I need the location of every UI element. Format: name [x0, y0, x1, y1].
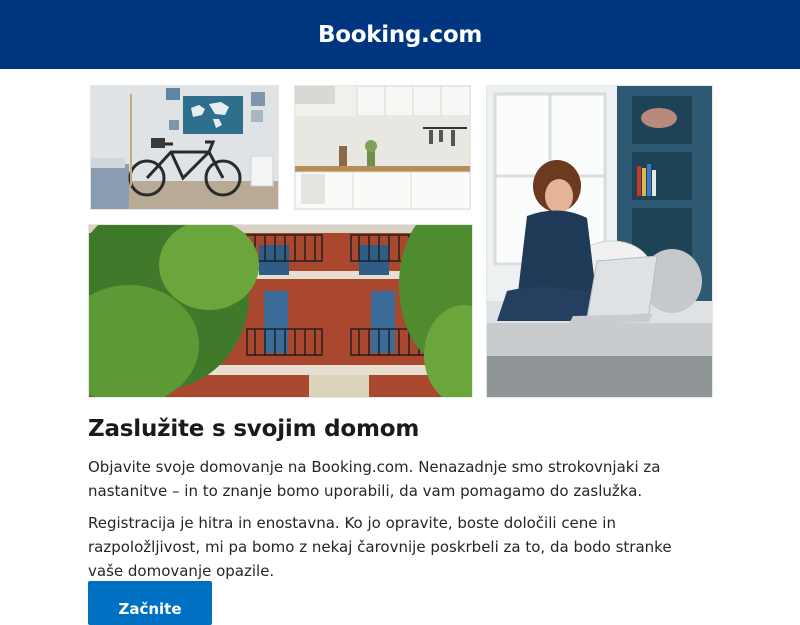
- bedroom-photo-illustration: [91, 86, 278, 209]
- headline: Zaslužite s svojim domom: [88, 416, 420, 442]
- body-paragraph-intro: Objavite svoje domovanje na Booking.com.…: [88, 458, 661, 500]
- photo-bedroom: [90, 85, 279, 210]
- photo-woman-laptop: [486, 85, 713, 398]
- building-photo-illustration: [89, 225, 472, 397]
- photo-kitchen: [294, 85, 471, 210]
- email-header: Booking.com: [0, 0, 800, 69]
- body-paragraph-registration: Registracija je hitra in enostavna. Ko j…: [88, 514, 672, 580]
- start-button[interactable]: Začnite: [88, 581, 212, 625]
- booking-logo[interactable]: Booking.com: [318, 22, 482, 48]
- photo-building: [88, 224, 473, 398]
- woman-photo-illustration: [487, 86, 712, 397]
- kitchen-photo-illustration: [295, 86, 470, 209]
